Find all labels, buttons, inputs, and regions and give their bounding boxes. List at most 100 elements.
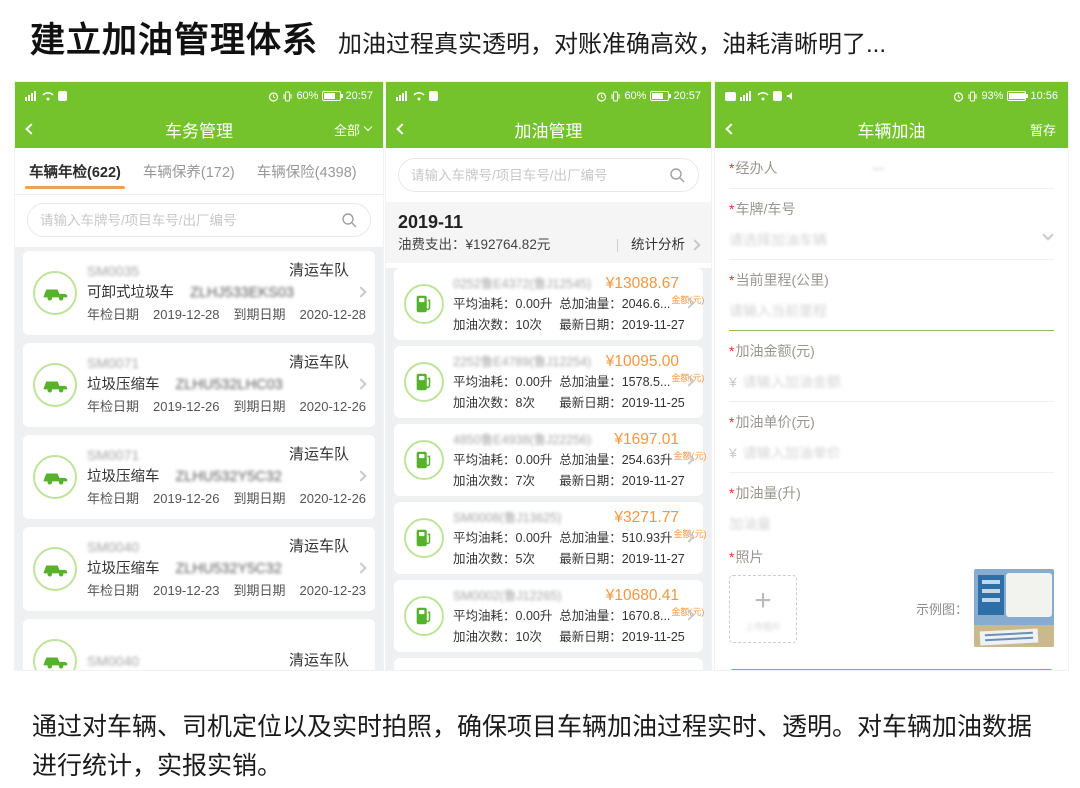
total-fuel-label: 总加油量： — [559, 609, 622, 623]
chevron-right-icon[interactable] — [355, 562, 366, 573]
status-time: 20:57 — [673, 90, 701, 102]
filter-all-button[interactable]: 全部 — [334, 120, 371, 139]
page-title: 建立加油管理体系 — [30, 12, 318, 63]
truck-icon — [33, 271, 77, 315]
avg-fuel-value: 0.00升 — [516, 531, 553, 545]
refuel-times-label: 加油次数： — [453, 552, 516, 566]
fuel-record-card[interactable]: 2252鲁E4789(鲁J12254)¥10095.00 平均油耗：0.00升总… — [394, 346, 703, 418]
vehicle-id: SM0071 — [87, 352, 139, 374]
vibrate-icon — [611, 91, 620, 102]
vehicle-select[interactable]: 请选择加油车辆 — [729, 223, 1054, 260]
record-amount: ¥1697.01 — [614, 430, 679, 450]
fleet-name: 清运车队 — [289, 650, 349, 670]
vehicle-id: SM0071 — [87, 444, 139, 466]
sim-icon — [429, 91, 438, 101]
battery-icon — [650, 91, 669, 101]
battery-percent: 60% — [624, 90, 646, 102]
plate-label: *车牌/车号 — [729, 189, 1054, 223]
mileage-placeholder: 请输入当前里程 — [729, 301, 827, 321]
check-date: 2019-12-26 — [153, 396, 220, 418]
vehicle-id: SM0040 — [87, 536, 139, 558]
latest-date-value: 2019-11-27 — [622, 318, 685, 332]
operator-row: *经办人 一 — [729, 154, 1054, 189]
price-label: *加油单价(元) — [729, 402, 1054, 436]
page-subtitle: 加油过程真实透明，对账准确高效，油耗清晰明了... — [338, 24, 886, 59]
nav-title: 加油管理 — [386, 117, 711, 142]
vehicle-card[interactable]: SM0040 清运车队 — [23, 619, 375, 670]
fuel-record-card[interactable]: 0252鲁E4372(鲁J12545)¥13088.67 平均油耗：0.00升总… — [394, 268, 703, 340]
volume-input[interactable]: 加油量 — [729, 507, 1054, 543]
vehicle-card[interactable]: SM0071清运车队 垃圾压缩车ZLHU532LHC03 年检日期2019-12… — [23, 343, 375, 427]
status-time: 20:57 — [345, 90, 373, 102]
search-input[interactable] — [411, 168, 669, 183]
search-input[interactable] — [40, 213, 341, 228]
fuel-record-card[interactable]: SM0008(鲁J13625)¥3271.77 平均油耗：0.00升总加油量：5… — [394, 502, 703, 574]
fuel-spend-value: ¥192764.82元 — [466, 235, 551, 255]
example-label: 示例图： — [916, 599, 968, 618]
divider — [617, 239, 618, 252]
search-box[interactable] — [398, 158, 699, 192]
phone-vehicle-refuel-form: 93% 10:56 车辆加油 暂存 *经办人 一 *车牌/车号 请选择加油车辆 — [715, 82, 1068, 670]
truck-photo-shape — [1006, 573, 1052, 617]
vehicle-type: 垃圾压缩车 — [87, 374, 160, 396]
avg-fuel-value: 0.00升 — [516, 375, 553, 389]
operator-value: 一 — [872, 159, 885, 178]
vehicle-card[interactable]: SM0035清运车队 可卸式垃圾车ZLHJ533EKS03 年检日期2019-1… — [23, 251, 375, 335]
chevron-down-icon — [1042, 229, 1053, 240]
search-box[interactable] — [27, 203, 371, 237]
chevron-right-icon[interactable] — [355, 470, 366, 481]
submit-button[interactable]: 提交 — [729, 669, 1054, 670]
amount-input[interactable]: ¥ 请输入加油金额 — [729, 365, 1054, 402]
refuel-times-label: 加油次数： — [453, 396, 516, 410]
fuel-pump-icon — [404, 284, 444, 324]
vehicle-card[interactable]: SM0071清运车队 垃圾压缩车ZLHU532Y5C32 年检日期2019-12… — [23, 435, 375, 519]
fuel-record-card[interactable]: SM0003¥6857.00 — [394, 658, 703, 670]
fuel-record-card[interactable]: SM0002(鲁J12265)¥10680.41 平均油耗：0.00升总加油量：… — [394, 580, 703, 652]
blue-sign — [978, 575, 1004, 615]
avg-fuel-value: 0.00升 — [516, 297, 553, 311]
status-bar: 60% 20:57 — [386, 82, 711, 110]
record-amount: ¥13088.67 — [606, 274, 679, 294]
alarm-icon — [596, 91, 607, 102]
fuel-pump-icon — [404, 596, 444, 636]
save-draft-button[interactable]: 暂存 — [1030, 120, 1056, 139]
tab-annual-inspection[interactable]: 车辆年检(622) — [29, 148, 121, 194]
expire-date: 2020-12-26 — [300, 396, 367, 418]
chevron-right-icon[interactable] — [355, 286, 366, 297]
fuel-record-card[interactable]: 4850鲁E4938(鲁J22256)¥1697.01 平均油耗：0.00升总加… — [394, 424, 703, 496]
total-fuel-value: 254.63升 — [622, 453, 673, 467]
footer-description: 通过对车辆、司机定位以及实时拍照，确保项目车辆加油过程实时、透明。对车辆加油数据… — [32, 708, 1048, 786]
check-date-label: 年检日期 — [87, 304, 139, 326]
tab-insurance[interactable]: 车辆保险(4398) — [257, 148, 357, 194]
check-date-label: 年检日期 — [87, 580, 139, 602]
expire-date: 2020-12-23 — [300, 580, 367, 602]
upload-photo-button[interactable]: + 上传图片 — [729, 575, 797, 643]
latest-date-label: 最新日期： — [559, 630, 622, 644]
operator-label: 经办人 — [735, 160, 777, 176]
vehicle-select-placeholder: 请选择加油车辆 — [729, 230, 827, 250]
chevron-right-icon — [689, 239, 700, 250]
avg-fuel-label: 平均油耗： — [453, 453, 516, 467]
statistics-analysis-link[interactable]: 统计分析 — [617, 235, 699, 255]
mileage-input[interactable]: 请输入当前里程 — [729, 294, 1054, 331]
fuel-record-list: 0252鲁E4372(鲁J12545)¥13088.67 平均油耗：0.00升总… — [386, 268, 711, 670]
avg-fuel-value: 0.00升 — [516, 453, 553, 467]
plus-icon: + — [754, 586, 772, 616]
volume-placeholder: 加油量 — [729, 514, 771, 534]
total-fuel-value: 510.93升 — [622, 531, 673, 545]
latest-date-value: 2019-11-25 — [622, 630, 685, 644]
vehicle-id: SM0040 — [87, 650, 139, 670]
tab-maintenance[interactable]: 车辆保养(172) — [143, 148, 235, 194]
chevron-right-icon[interactable] — [355, 378, 366, 389]
vehicle-card[interactable]: SM0040清运车队 垃圾压缩车ZLHU532Y5C32 年检日期2019-12… — [23, 527, 375, 611]
refuel-times-value: 5次 — [516, 552, 535, 566]
price-input[interactable]: ¥ 请输入加油单价 — [729, 436, 1054, 473]
refuel-form: *经办人 一 *车牌/车号 请选择加油车辆 *当前里程(公里) 请输入当前里程 … — [715, 148, 1068, 670]
fleet-name: 清运车队 — [289, 444, 349, 466]
plate-number: ZLHU532LHC03 — [176, 374, 283, 396]
currency-symbol: ¥ — [729, 374, 737, 390]
record-id: SM0002(鲁J12265) — [453, 586, 561, 606]
plate-number: ZLHU532Y5C32 — [176, 558, 282, 580]
amount-placeholder: 请输入加油金额 — [743, 372, 841, 392]
required-mark: * — [729, 160, 734, 176]
